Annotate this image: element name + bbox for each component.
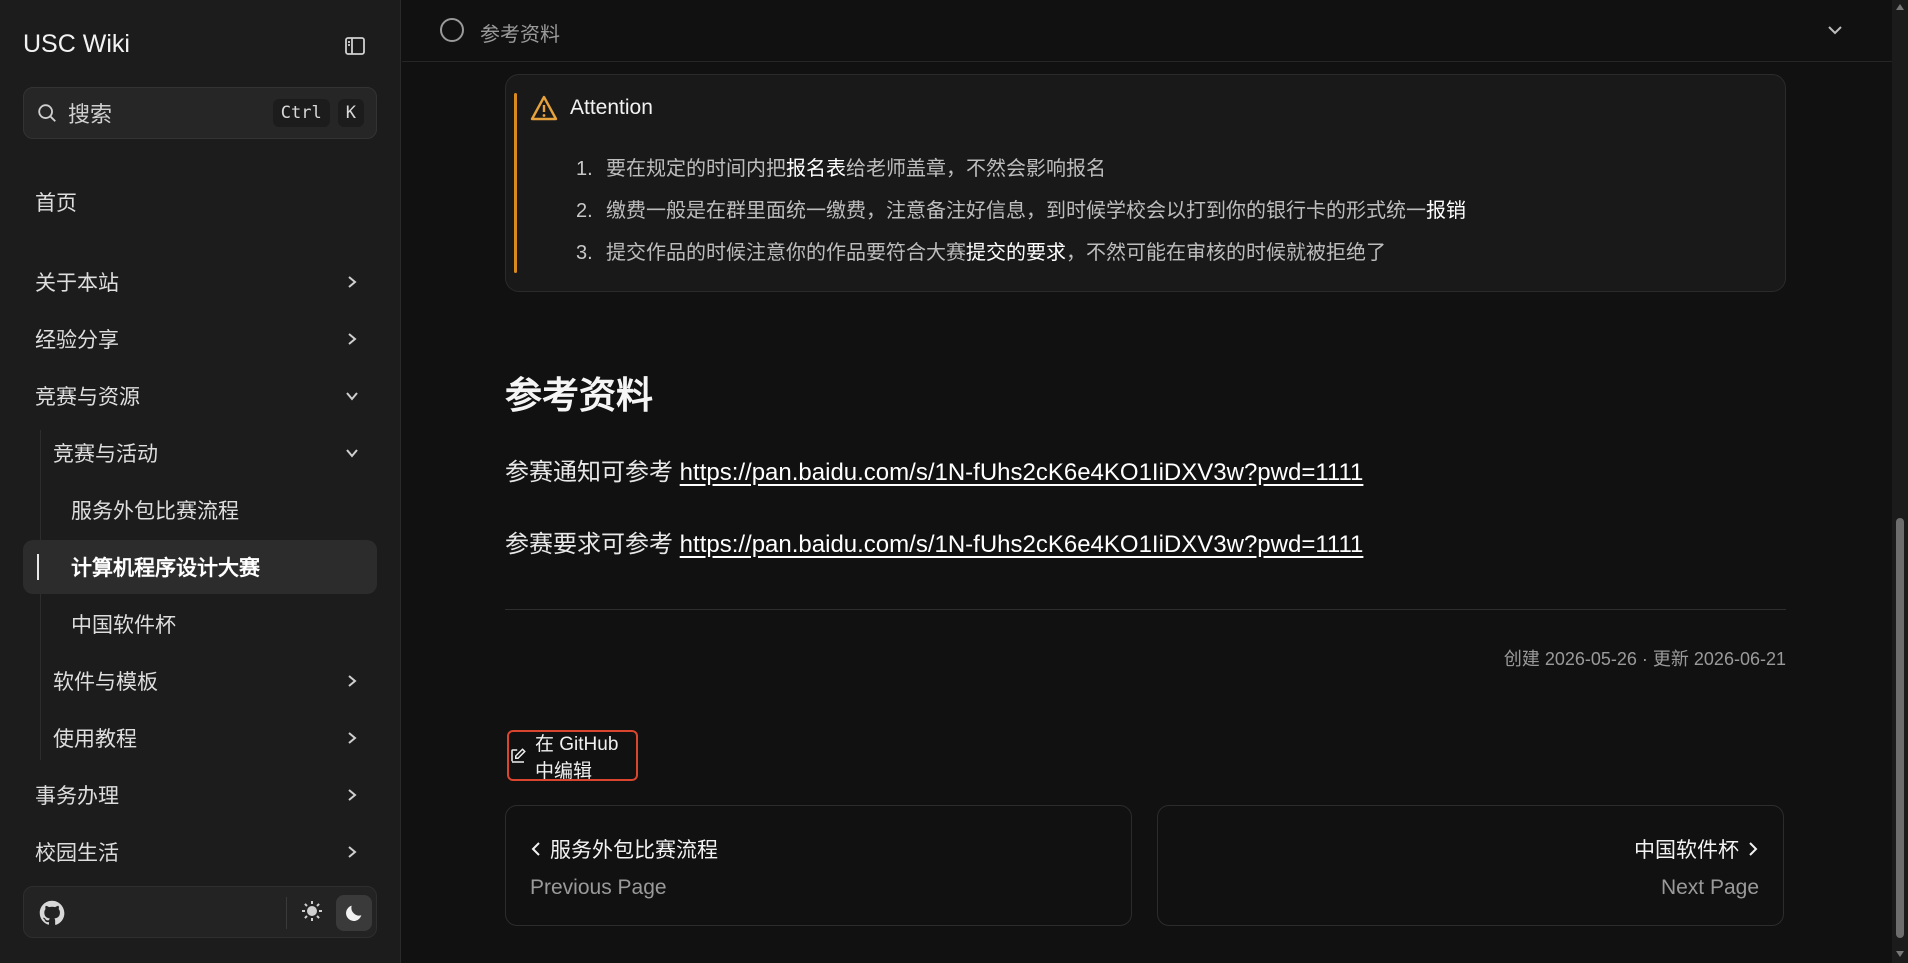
- sidebar: USC Wiki 搜索 Ctrl K 首页 关于本站 经验分享 竞赛与资源 竞赛…: [0, 0, 401, 963]
- next-title: 中国软件杯: [1634, 834, 1759, 864]
- previous-page-card[interactable]: 服务外包比赛流程 Previous Page: [505, 805, 1132, 926]
- sidebar-item-campus-life[interactable]: 校园生活: [23, 825, 377, 879]
- attention-list: 1. 要在规定的时间内把报名表给老师盖章，不然会影响报名 2. 缴费一般是在群里面统…: [576, 149, 1466, 275]
- callout-title: Attention: [570, 96, 653, 119]
- sun-icon[interactable]: [300, 899, 326, 925]
- list-emphasis: 提交的要求: [966, 242, 1066, 264]
- search-input[interactable]: 搜索 Ctrl K: [23, 87, 377, 139]
- sidebar-item-label: 关于本站: [35, 272, 119, 295]
- chevron-right-icon: [341, 727, 363, 749]
- chevron-down-icon: [341, 385, 363, 407]
- next-page-card[interactable]: 中国软件杯 Next Page: [1157, 805, 1784, 926]
- sidebar-item-competitions-activities[interactable]: 竞赛与活动: [23, 426, 377, 480]
- sidebar-item-experience[interactable]: 经验分享: [23, 312, 377, 366]
- sidebar-item-label: 中国软件杯: [71, 614, 176, 637]
- shortcut-k: K: [337, 99, 364, 127]
- chevron-right-icon: [341, 670, 363, 692]
- scroll-down-arrow-icon[interactable]: [1896, 951, 1904, 957]
- reference-notice: 参赛通知可参考 https://pan.baidu.com/s/1N-fUhs2…: [505, 452, 1363, 487]
- sidebar-item-about[interactable]: 关于本站: [23, 255, 377, 309]
- page-dates: 创建 2026-05-26 · 更新 2026-06-21: [1503, 649, 1786, 669]
- sidebar-footer: [23, 886, 377, 938]
- list-item: 1. 要在规定的时间内把报名表给老师盖章，不然会影响报名: [576, 149, 1466, 191]
- edit-button-label: 在 GitHub 中编辑: [535, 733, 619, 782]
- list-number: 2.: [576, 200, 593, 222]
- notice-link[interactable]: https://pan.baidu.com/s/1N-fUhs2cK6e4KO1…: [680, 459, 1364, 486]
- site-title[interactable]: USC Wiki: [23, 30, 130, 59]
- sidebar-item-home[interactable]: 首页: [23, 175, 377, 229]
- attention-callout: Attention 1. 要在规定的时间内把报名表给老师盖章，不然会影响报名 2.…: [505, 74, 1786, 292]
- shortcut-ctrl: Ctrl: [272, 99, 330, 127]
- prev-page-title: 服务外包比赛流程: [550, 839, 718, 862]
- sidebar-item-label: 软件与模板: [53, 671, 158, 694]
- active-indicator: [37, 554, 39, 580]
- toc-bar[interactable]: 参考资料: [402, 0, 1892, 62]
- chevron-right-icon: [341, 841, 363, 863]
- chevron-left-icon: [530, 842, 542, 856]
- list-emphasis: 报销: [1426, 200, 1466, 222]
- sidebar-item-label: 计算机程序设计大赛: [71, 557, 260, 580]
- chevron-right-icon: [341, 328, 363, 350]
- next-page-title: 中国软件杯: [1634, 839, 1739, 862]
- list-text: 提交作品的时候注意你的作品要符合大赛: [606, 242, 966, 264]
- prev-title: 服务外包比赛流程: [530, 834, 718, 864]
- callout-header: Attention: [530, 95, 653, 121]
- sidebar-item-label: 服务外包比赛流程: [71, 500, 239, 523]
- chevron-down-icon: [341, 442, 363, 464]
- sidebar-item-label: 首页: [35, 192, 77, 215]
- reference-requirements: 参赛要求可参考 https://pan.baidu.com/s/1N-fUhs2…: [505, 524, 1363, 559]
- warning-icon: [530, 95, 558, 121]
- scrollbar[interactable]: [1892, 0, 1908, 963]
- sidebar-item-competitions-resources[interactable]: 竞赛与资源: [23, 369, 377, 423]
- toc-current-section: 参考资料: [480, 24, 560, 46]
- sidebar-item-label: 经验分享: [35, 329, 119, 352]
- scrollbar-thumb[interactable]: [1896, 518, 1904, 938]
- sidebar-toggle-icon[interactable]: [342, 33, 368, 59]
- sidebar-item-tutorials[interactable]: 使用教程: [23, 711, 377, 765]
- sidebar-item-label: 竞赛与资源: [35, 386, 140, 409]
- footer-divider: [286, 897, 287, 929]
- sidebar-item-outsourcing[interactable]: 服务外包比赛流程: [23, 483, 377, 537]
- sidebar-item-affairs[interactable]: 事务办理: [23, 768, 377, 822]
- divider: [505, 609, 1786, 610]
- list-item: 2. 缴费一般是在群里面统一缴费，注意备注好信息，到时候学校会以打到你的银行卡的形…: [576, 191, 1466, 233]
- sidebar-item-label: 使用教程: [53, 728, 137, 751]
- chevron-right-icon: [341, 784, 363, 806]
- list-item: 3. 提交作品的时候注意你的作品要符合大赛提交的要求，不然可能在审核的时候就被拒绝…: [576, 233, 1466, 275]
- edit-button-content: 在 GitHub 中编辑: [509, 729, 636, 783]
- sidebar-item-software-templates[interactable]: 软件与模板: [23, 654, 377, 708]
- search-label: 搜索: [68, 102, 113, 127]
- sidebar-item-programming-contest[interactable]: 计算机程序设计大赛: [23, 540, 377, 594]
- sidebar-item-label: 竞赛与活动: [53, 443, 158, 466]
- sidebar-item-label: 校园生活: [35, 842, 119, 865]
- list-text: ，不然可能在审核的时候就被拒绝了: [1066, 242, 1386, 264]
- edit-on-github-button[interactable]: 在 GitHub 中编辑: [507, 729, 638, 783]
- list-text: 给老师盖章，不然会影响报名: [846, 158, 1106, 180]
- next-page-caption: Next Page: [1660, 876, 1759, 899]
- list-text: 缴费一般是在群里面统一缴费，注意备注好信息，到时候学校会以打到你的银行卡的形式统…: [606, 200, 1426, 222]
- sidebar-item-software-cup[interactable]: 中国软件杯: [23, 597, 377, 651]
- list-emphasis: 报名表: [786, 158, 846, 180]
- chevron-right-icon: [341, 271, 363, 293]
- requirements-link[interactable]: https://pan.baidu.com/s/1N-fUhs2cK6e4KO1…: [680, 531, 1364, 558]
- list-number: 1.: [576, 158, 593, 180]
- list-text: 要在规定的时间内把: [606, 158, 786, 180]
- chevron-right-icon: [1747, 842, 1759, 856]
- github-icon[interactable]: [38, 899, 66, 927]
- reference-label: 参赛要求可参考: [505, 531, 680, 558]
- edit-icon: [509, 747, 527, 765]
- prev-page-caption: Previous Page: [530, 876, 667, 899]
- chevron-down-icon[interactable]: [1823, 18, 1847, 42]
- section-heading: 参考资料: [505, 375, 653, 416]
- main-content: 参考资料 Attention 1. 要在规定的时间内把报名表给老师盖章，不然会影响…: [402, 0, 1892, 963]
- reference-label: 参赛通知可参考: [505, 459, 680, 486]
- sidebar-item-label: 事务办理: [35, 785, 119, 808]
- scroll-up-arrow-icon[interactable]: [1896, 4, 1904, 10]
- search-icon: [36, 102, 58, 124]
- callout-accent-bar: [514, 93, 517, 273]
- progress-circle-icon: [440, 18, 464, 42]
- list-number: 3.: [576, 242, 593, 264]
- moon-icon[interactable]: [336, 895, 372, 931]
